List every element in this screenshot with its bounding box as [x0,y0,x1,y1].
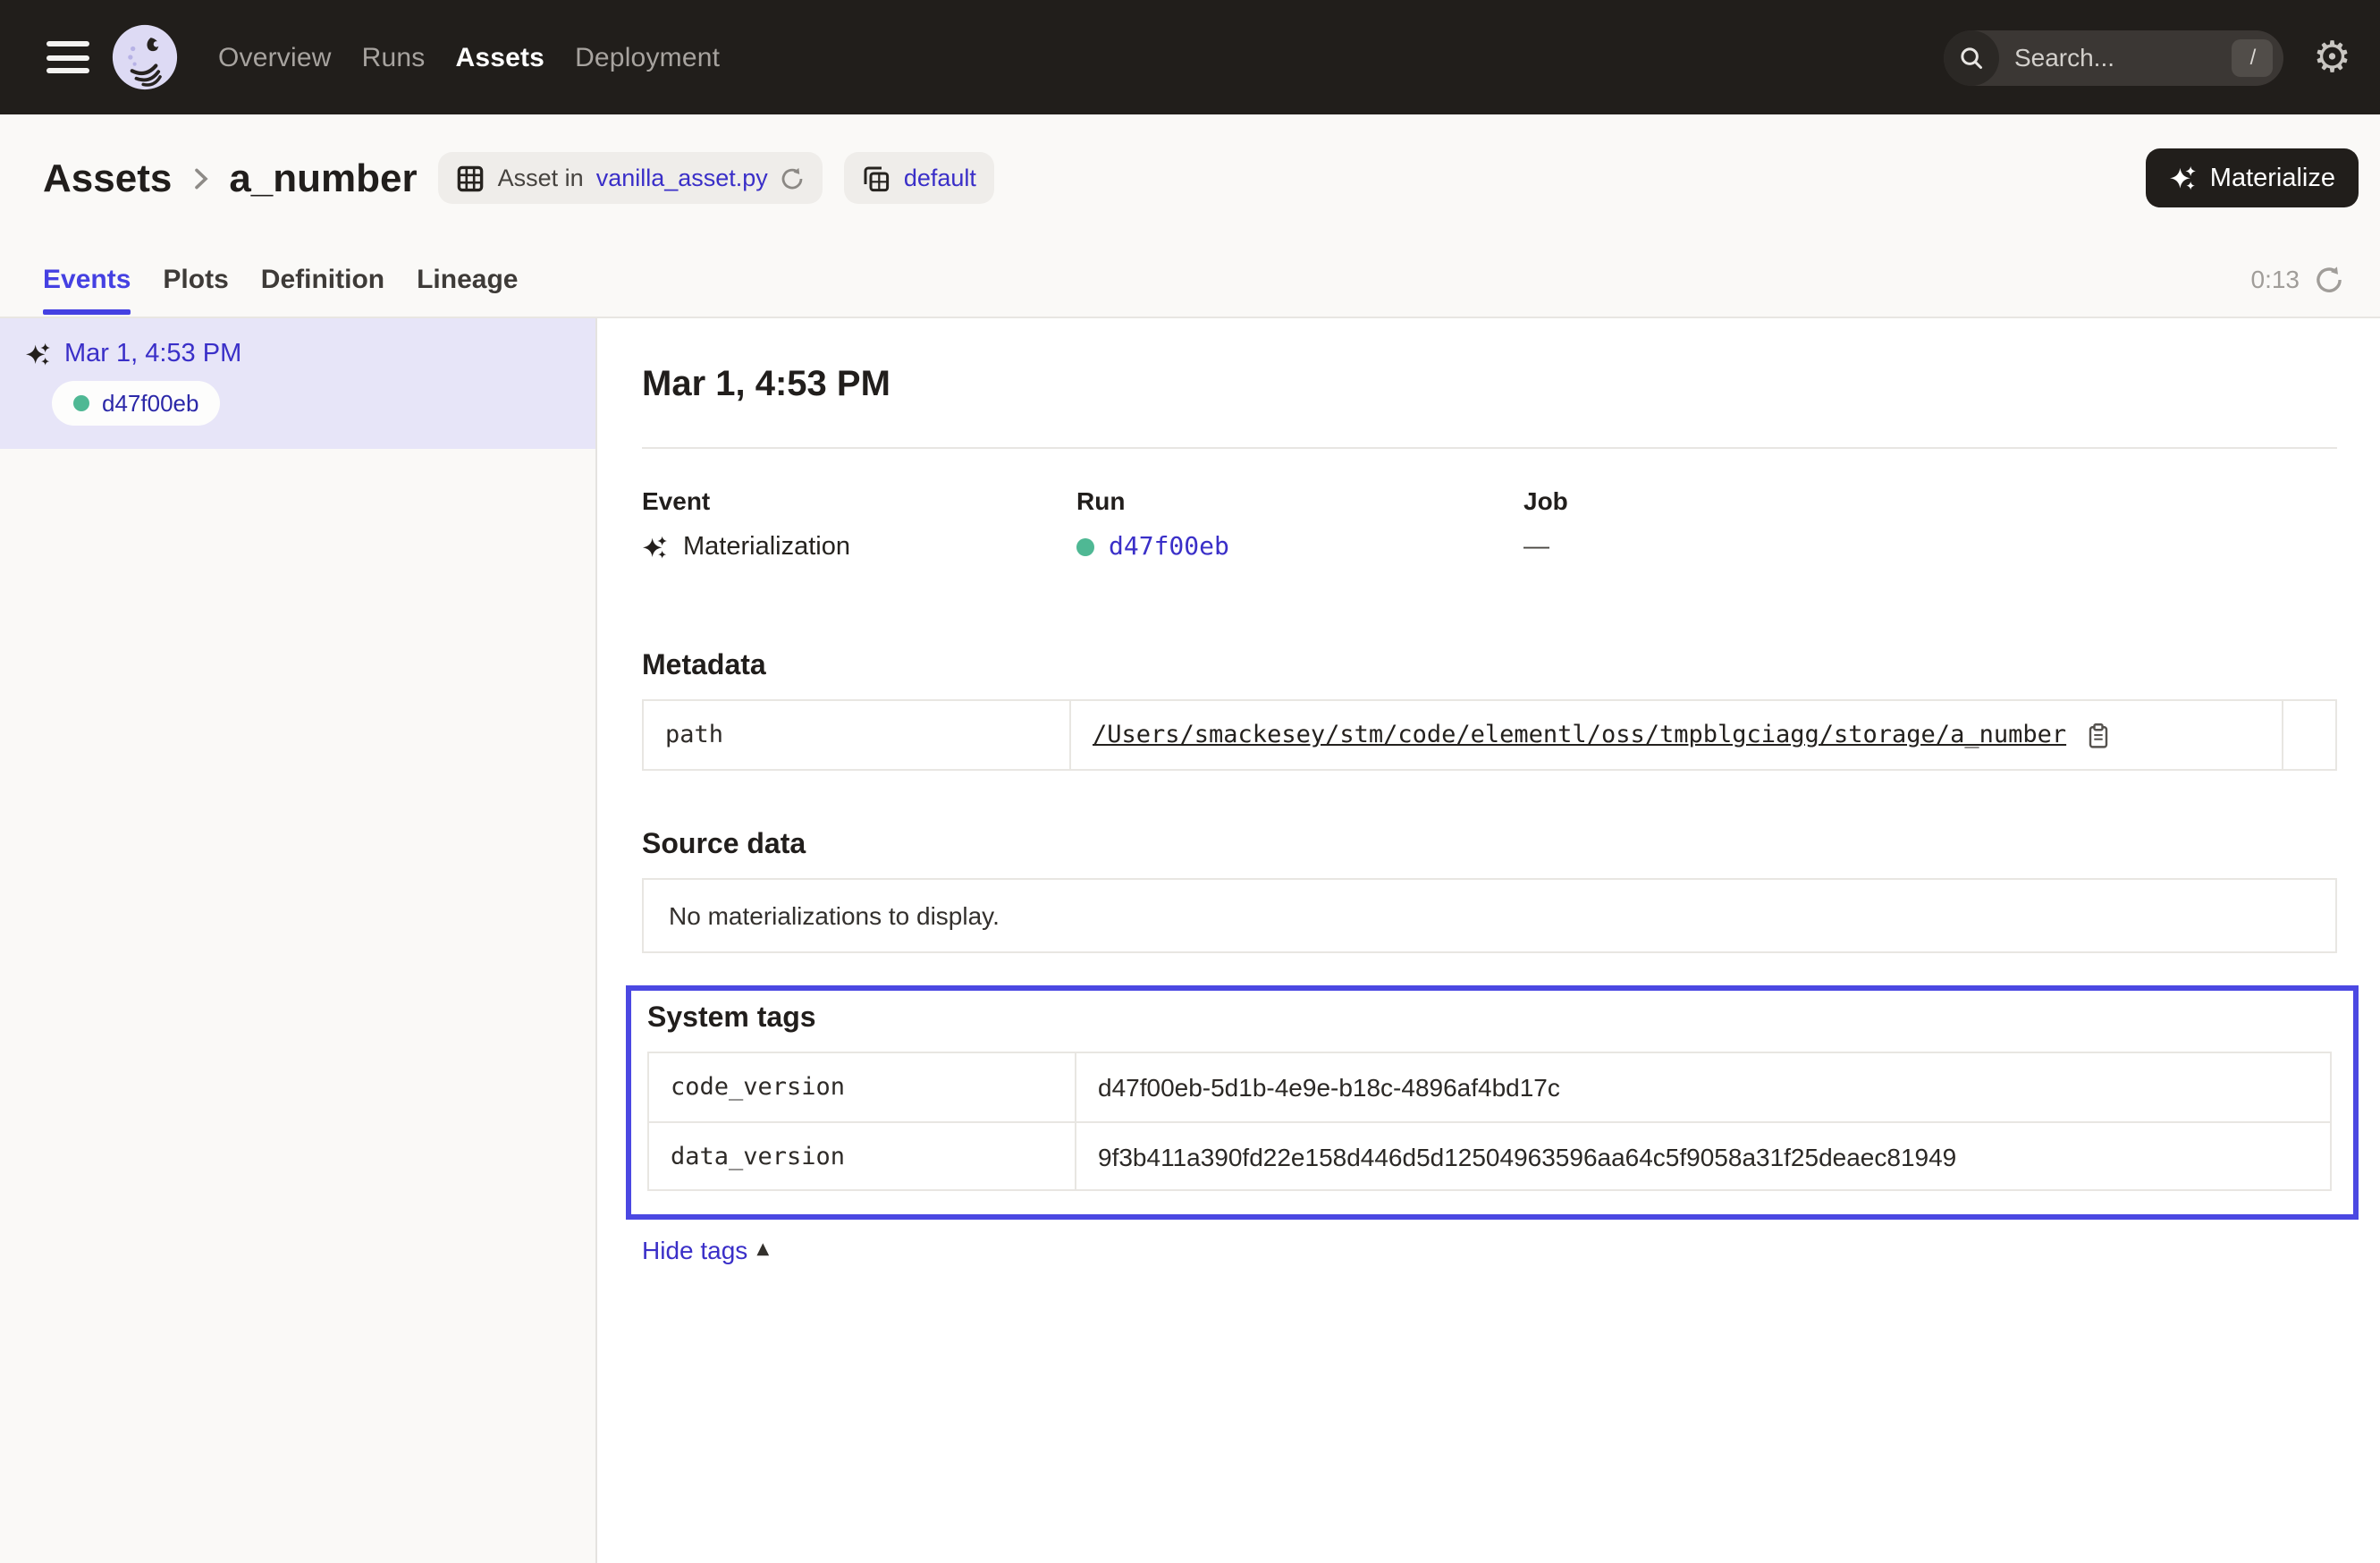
asset-group-badge: default [845,152,994,204]
dagster-logo-icon[interactable] [111,23,179,91]
run-column-label: Run [1076,486,1523,515]
path-value-link[interactable]: /Users/smackesey/stm/code/elementl/oss/t… [1093,721,2066,749]
metadata-table: path /Users/smackesey/stm/code/elementl/… [642,699,2337,771]
materialize-button[interactable]: Materialize [2146,148,2359,207]
event-type-value: Materialization [683,533,850,562]
materialization-sparkle-icon [642,534,669,561]
caret-up-icon: ▲ [756,1241,769,1259]
primary-nav: Overview Runs Assets Deployment [218,42,720,72]
breadcrumb-asset-name: a_number [229,155,417,201]
search-input[interactable]: Search... / [1945,30,2284,85]
refresh-status: 0:13 [2251,264,2345,294]
metadata-heading: Metadata [642,651,2337,683]
metadata-value-cell: /Users/smackesey/stm/code/elementl/oss/t… [1071,701,2282,769]
asset-tabs: Events Plots Definition Lineage [43,241,518,317]
tab-definition[interactable]: Definition [261,241,384,317]
event-list-item-selected[interactable]: Mar 1, 4:53 PM d47f00eb [0,318,595,449]
asset-group-icon [863,164,891,192]
tab-plots[interactable]: Plots [163,241,228,317]
divider [642,447,2337,449]
source-data-empty-state: No materializations to display. [642,878,2337,953]
reload-location-icon[interactable] [781,165,806,190]
event-detail-panel: Mar 1, 4:53 PM Event Materialization Run [597,318,2380,1563]
sparkle-icon [2169,164,2198,192]
metadata-key-cell: path [644,701,1071,769]
breadcrumb-assets-link[interactable]: Assets [43,155,172,201]
table-row: data_version 9f3b411a390fd22e158d446d5d1… [649,1121,2330,1189]
event-summary-columns: Event Materialization Run d47f00eb [642,486,2337,562]
run-status-dot [73,395,89,411]
tag-key-cell: data_version [649,1123,1076,1189]
breadcrumb: Assets a_number [43,155,418,201]
event-column: Event Materialization [642,486,1076,562]
asset-location-prefix: Asset in [498,165,584,191]
topnav-right: Search... / ⚙ [1945,30,2351,85]
table-row: code_version d47f00eb-5d1b-4e9e-b18c-489… [649,1053,2330,1121]
tab-lineage[interactable]: Lineage [417,241,518,317]
nav-item-assets[interactable]: Assets [455,42,544,72]
run-status-dot [1076,538,1094,556]
hamburger-menu-icon[interactable] [46,41,89,73]
nav-item-deployment[interactable]: Deployment [575,42,720,72]
copy-icon[interactable] [2084,722,2111,748]
refresh-countdown: 0:13 [2251,265,2300,293]
tag-key-cell: code_version [649,1053,1076,1121]
system-tags-section: System tags code_version d47f00eb-5d1b-4… [642,985,2337,1268]
asset-grid-icon [457,164,485,192]
hide-tags-link[interactable]: Hide tags ▲ [642,1236,769,1264]
run-id-text: d47f00eb [102,390,198,417]
nav-item-runs[interactable]: Runs [362,42,426,72]
source-data-heading: Source data [642,830,2337,862]
metadata-actions-cell [2282,701,2335,769]
system-tags-heading: System tags [647,1003,2332,1035]
event-timestamp: Mar 1, 4:53 PM [64,340,241,368]
asset-page-header: Assets a_number Asset in vanilla_asset.p… [0,114,2380,241]
materialize-button-label: Materialize [2210,164,2335,192]
source-data-section: Source data No materializations to displ… [642,830,2337,953]
system-tags-table: code_version d47f00eb-5d1b-4e9e-b18c-489… [647,1052,2332,1191]
asset-file-link[interactable]: vanilla_asset.py [596,165,768,191]
top-navigation-bar: Overview Runs Assets Deployment Search..… [0,0,2380,114]
run-column: Run d47f00eb [1076,486,1523,562]
search-icon [1945,30,2000,85]
job-empty-value: — [1523,533,1549,562]
job-column: Job — [1523,486,2337,562]
nav-item-overview[interactable]: Overview [218,42,332,72]
run-id-link[interactable]: d47f00eb [1109,533,1229,562]
tab-events[interactable]: Events [43,241,131,317]
event-detail-title: Mar 1, 4:53 PM [642,365,2337,406]
asset-group-link[interactable]: default [904,165,976,191]
content-split: Mar 1, 4:53 PM d47f00eb Mar 1, 4:53 PM E… [0,318,2380,1563]
chevron-right-icon [186,164,215,192]
event-list-sidebar: Mar 1, 4:53 PM d47f00eb [0,318,597,1563]
job-column-label: Job [1523,486,2337,515]
app-root: Overview Runs Assets Deployment Search..… [0,0,2380,1563]
refresh-icon[interactable] [2314,264,2344,294]
tag-value-cell: 9f3b411a390fd22e158d446d5d12504963596aa6… [1076,1123,2330,1189]
materialization-sparkle-icon [25,341,52,368]
search-placeholder: Search... [2014,43,2232,72]
metadata-section: Metadata path /Users/smackesey/stm/code/… [642,651,2337,771]
system-tags-highlight-box: System tags code_version d47f00eb-5d1b-4… [626,985,2359,1220]
hide-tags-label: Hide tags [642,1236,747,1264]
run-id-pill: d47f00eb [52,381,220,426]
asset-tabs-bar: Events Plots Definition Lineage 0:13 [0,241,2380,318]
asset-location-badge: Asset in vanilla_asset.py [439,152,823,204]
table-row: path /Users/smackesey/stm/code/elementl/… [644,701,2335,769]
tag-value-cell: d47f00eb-5d1b-4e9e-b18c-4896af4bd17c [1076,1053,2330,1121]
gear-icon[interactable]: ⚙ [2313,36,2351,79]
event-column-label: Event [642,486,1076,515]
search-shortcut-key: / [2232,38,2274,76]
